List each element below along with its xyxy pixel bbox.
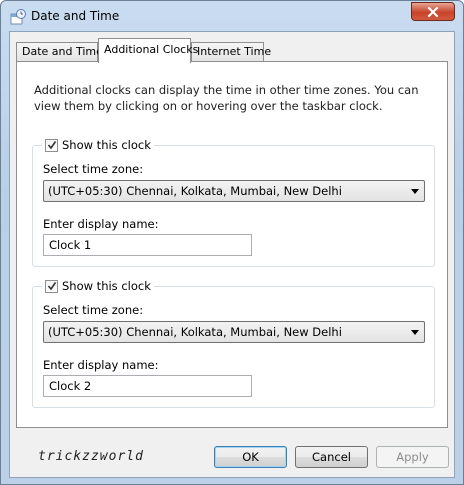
tab-label: Date and Time	[22, 45, 103, 58]
watermark-text: trickzzworld	[38, 449, 144, 464]
checkmark-icon	[47, 141, 56, 150]
intro-text: Additional clocks can display the time i…	[34, 83, 419, 113]
close-button[interactable]	[411, 2, 455, 21]
timezone-select[interactable]: (UTC+05:30) Chennai, Kolkata, Mumbai, Ne…	[43, 180, 425, 202]
tab-label: Internet Time	[197, 45, 272, 58]
show-clock-label: Show this clock	[62, 279, 151, 293]
display-name-input[interactable]: Clock 2	[43, 375, 252, 397]
display-name-value: Clock 2	[49, 379, 92, 393]
display-name-label: Enter display name:	[43, 358, 159, 372]
title-bar[interactable]: Date and Time	[1, 1, 463, 31]
display-name-input[interactable]: Clock 1	[43, 234, 252, 256]
dropdown-arrow-icon	[411, 189, 419, 194]
cancel-button[interactable]: Cancel	[295, 446, 368, 468]
checkmark-icon	[47, 282, 56, 291]
clock-2-group: Show this clock Select time zone: (UTC+0…	[32, 279, 435, 408]
close-icon	[427, 6, 439, 17]
show-clock-label: Show this clock	[62, 138, 151, 152]
show-clock-1-checkbox[interactable]: Show this clock	[42, 138, 154, 152]
tab-date-and-time[interactable]: Date and Time	[16, 42, 103, 62]
ok-button[interactable]: OK	[214, 446, 287, 468]
window-title: Date and Time	[31, 9, 120, 23]
display-name-value: Clock 1	[49, 238, 92, 252]
checkbox[interactable]	[45, 279, 58, 293]
apply-button[interactable]: Apply	[376, 446, 449, 468]
timezone-label: Select time zone:	[43, 303, 144, 317]
date-time-window: Date and Time Date and Time Additional C…	[0, 0, 464, 485]
cancel-label: Cancel	[312, 450, 351, 464]
tab-internet-time[interactable]: Internet Time	[191, 42, 271, 62]
dropdown-arrow-icon	[411, 330, 419, 335]
display-name-label: Enter display name:	[43, 217, 159, 231]
apply-label: Apply	[396, 450, 429, 464]
show-clock-2-checkbox[interactable]: Show this clock	[42, 279, 154, 293]
tab-label: Additional Clocks	[104, 43, 199, 56]
timezone-label: Select time zone:	[43, 162, 144, 176]
checkbox[interactable]	[45, 138, 58, 152]
timezone-select[interactable]: (UTC+05:30) Chennai, Kolkata, Mumbai, Ne…	[43, 321, 425, 343]
timezone-value: (UTC+05:30) Chennai, Kolkata, Mumbai, Ne…	[48, 184, 342, 198]
ok-label: OK	[242, 450, 259, 464]
clock-1-group: Show this clock Select time zone: (UTC+0…	[32, 138, 435, 267]
additional-clocks-panel: Additional clocks can display the time i…	[16, 61, 448, 428]
tab-additional-clocks[interactable]: Additional Clocks	[98, 38, 198, 63]
timezone-value: (UTC+05:30) Chennai, Kolkata, Mumbai, Ne…	[48, 325, 342, 339]
dialog-body: Date and Time Additional Clocks Internet…	[9, 31, 455, 478]
date-time-icon	[10, 9, 26, 25]
